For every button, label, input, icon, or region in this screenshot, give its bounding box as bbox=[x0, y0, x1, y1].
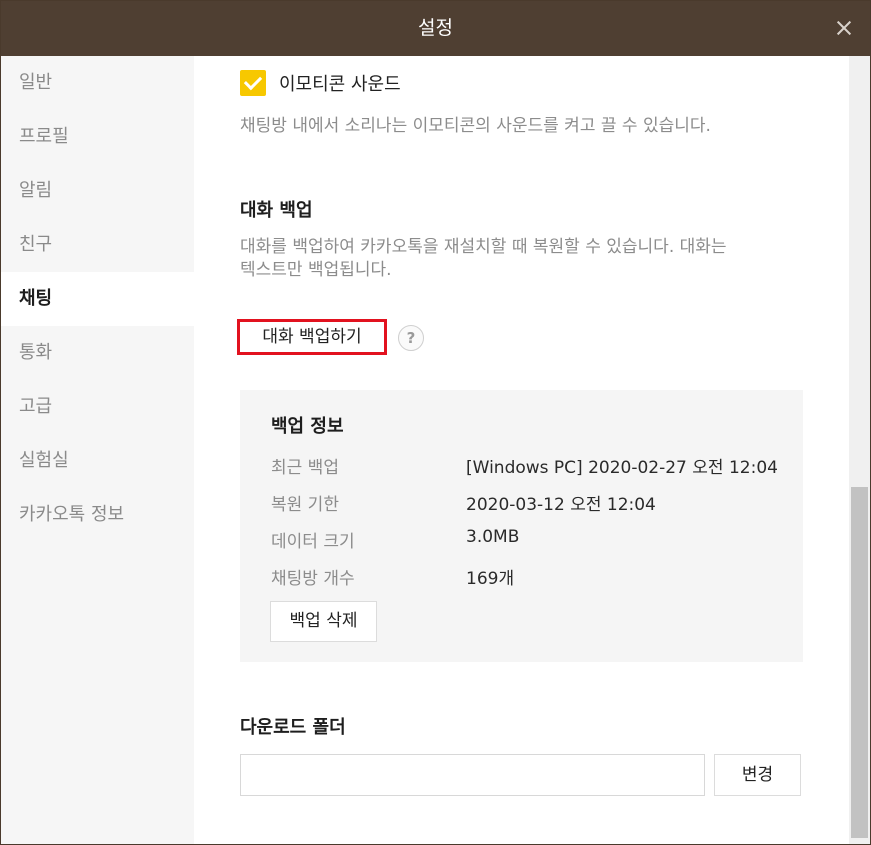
chat-backup-description-line2: 텍스트만 백업됩니다. bbox=[240, 260, 392, 280]
sidebar-item-notifications[interactable]: 알림 bbox=[1, 164, 194, 218]
chatroom-count-value: 169개 bbox=[466, 569, 515, 589]
restore-deadline-value: 2020-03-12 오전 12:04 bbox=[466, 495, 656, 515]
sidebar-item-general[interactable]: 일반 bbox=[1, 56, 194, 110]
restore-deadline-label: 복원 기한 bbox=[271, 495, 339, 515]
title-bar[interactable]: 설정 bbox=[1, 1, 870, 56]
chat-backup-title: 대화 백업 bbox=[240, 200, 313, 221]
chatroom-count-label: 채팅방 개수 bbox=[271, 569, 355, 589]
sidebar-item-labs[interactable]: 실험실 bbox=[1, 434, 194, 488]
chat-backup-description-line1: 대화를 백업하여 카카오톡을 재설치할 때 복원할 수 있습니다. 대화는 bbox=[240, 237, 727, 257]
emoticon-sound-label[interactable]: 이모티콘 사운드 bbox=[279, 70, 401, 96]
sidebar-item-profile[interactable]: 프로필 bbox=[1, 110, 194, 164]
emoticon-sound-description: 채팅방 내에서 소리나는 이모티콘의 사운드를 켜고 끌 수 있습니다. bbox=[240, 116, 711, 136]
download-folder-title: 다운로드 폴더 bbox=[240, 717, 346, 738]
sidebar-item-chats[interactable]: 채팅 bbox=[1, 272, 194, 326]
chat-backup-button[interactable]: 대화 백업하기 bbox=[244, 325, 380, 349]
window-title: 설정 bbox=[418, 17, 453, 39]
sidebar-item-about[interactable]: 카카오톡 정보 bbox=[1, 488, 194, 542]
delete-backup-button[interactable]: 백업 삭제 bbox=[270, 601, 377, 642]
data-size-value: 3.0MB bbox=[466, 527, 520, 547]
scrollbar-thumb[interactable] bbox=[851, 487, 868, 838]
emoticon-sound-checkbox[interactable] bbox=[240, 70, 266, 96]
change-folder-button[interactable]: 변경 bbox=[714, 754, 801, 796]
chat-backup-highlight: 대화 백업하기 bbox=[237, 319, 387, 355]
backup-info-panel: 백업 정보 최근 백업 [Windows PC] 2020-02-27 오전 1… bbox=[240, 390, 803, 662]
backup-info-title: 백업 정보 bbox=[271, 416, 344, 437]
last-backup-value: [Windows PC] 2020-02-27 오전 12:04 bbox=[466, 458, 778, 478]
close-icon[interactable] bbox=[832, 16, 856, 40]
sidebar-item-calls[interactable]: 통화 bbox=[1, 326, 194, 380]
last-backup-label: 최근 백업 bbox=[271, 458, 339, 478]
sidebar-item-friends[interactable]: 친구 bbox=[1, 218, 194, 272]
help-icon[interactable]: ? bbox=[398, 325, 424, 351]
download-folder-path-field[interactable] bbox=[240, 754, 705, 796]
sidebar: 일반 프로필 알림 친구 채팅 통화 고급 실험실 카카오톡 정보 bbox=[1, 56, 194, 844]
data-size-label: 데이터 크기 bbox=[271, 532, 355, 552]
settings-content: 이모티콘 사운드 채팅방 내에서 소리나는 이모티콘의 사운드를 켜고 끌 수 … bbox=[195, 56, 849, 844]
settings-window: 설정 일반 프로필 알림 친구 채팅 통화 고급 실험실 카카오톡 정보 이모티… bbox=[0, 0, 871, 845]
sidebar-item-advanced[interactable]: 고급 bbox=[1, 380, 194, 434]
